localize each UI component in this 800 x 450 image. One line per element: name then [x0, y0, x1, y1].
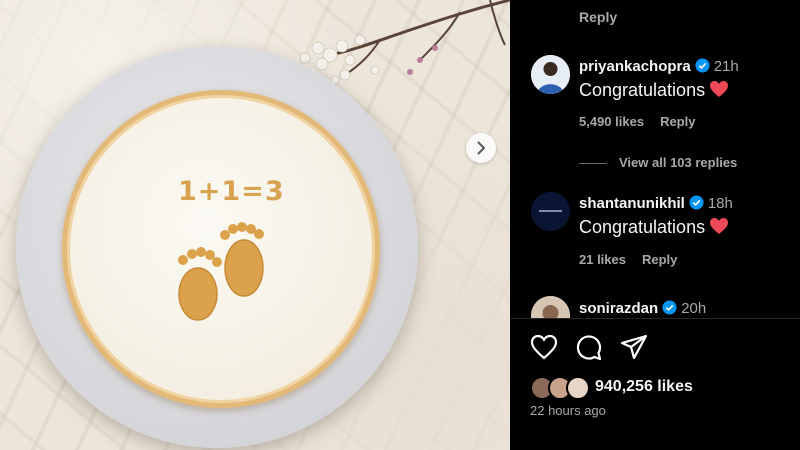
liked-by-row[interactable]: 940,256 likes — [530, 376, 800, 400]
next-image-button[interactable] — [466, 133, 496, 163]
view-replies-button[interactable]: View all 103 replies — [579, 155, 737, 170]
comment-username[interactable]: sonirazdan 20h — [579, 300, 706, 317]
comment-reply-button[interactable]: Reply — [660, 114, 695, 129]
share-button[interactable] — [618, 330, 650, 364]
avatar[interactable] — [531, 296, 570, 318]
username-text[interactable]: shantanunikhil — [579, 195, 685, 212]
red-heart-emoji-icon — [710, 81, 729, 97]
avatar[interactable] — [531, 192, 570, 231]
comment-list: Reply priyankachopra 21h Congratulations … — [510, 0, 800, 318]
replies-divider-line — [579, 163, 607, 165]
user-avatar-icon — [531, 55, 570, 94]
view-replies-label[interactable]: View all 103 replies — [619, 155, 737, 170]
like-button[interactable] — [528, 330, 560, 364]
comment-text: Congratulations — [579, 217, 729, 238]
comment-username[interactable]: shantanunikhil 18h — [579, 195, 733, 212]
cake-inscription: 1+1=3 — [178, 176, 285, 207]
post-image: 1+1=3 — [0, 0, 510, 450]
brand-logo-avatar-icon — [531, 192, 570, 231]
comment-timestamp: 21h — [713, 58, 739, 75]
comment-button[interactable] — [572, 330, 604, 364]
avatar[interactable] — [531, 55, 570, 94]
comment-body: Congratulations — [579, 80, 706, 100]
comment-icon — [576, 335, 602, 361]
comment-reply-button[interactable]: Reply — [642, 252, 677, 267]
username-text[interactable]: sonirazdan — [579, 300, 658, 317]
red-heart-emoji-icon — [710, 218, 729, 234]
post-action-bar — [510, 330, 800, 370]
heart-icon — [530, 334, 558, 360]
verified-badge-icon — [662, 300, 677, 315]
comment-username[interactable]: priyankachopra 21h — [579, 58, 739, 75]
section-divider — [510, 318, 800, 319]
chevron-right-icon — [477, 141, 486, 155]
comment-likes-link[interactable]: 21 likes — [579, 252, 626, 267]
comment-timestamp: 18h — [707, 195, 733, 212]
comments-panel: Reply priyankachopra 21h Congratulations … — [510, 0, 800, 450]
comment-text: Congratulations — [579, 80, 729, 101]
verified-badge-icon — [695, 58, 710, 73]
comment-meta: 5,490 likes Reply — [579, 114, 711, 129]
share-icon — [620, 334, 648, 360]
reply-button[interactable]: Reply — [579, 9, 617, 25]
user-avatar-icon — [531, 296, 570, 318]
liker-avatar — [566, 376, 590, 400]
comment-meta: 21 likes Reply — [579, 252, 693, 267]
comment-body: Congratulations — [579, 217, 706, 237]
comment-likes-link[interactable]: 5,490 likes — [579, 114, 644, 129]
post-timestamp: 22 hours ago — [530, 403, 606, 418]
post-likes-count[interactable]: 940,256 likes — [595, 378, 693, 396]
left-footprint-icon — [178, 247, 222, 321]
comment-timestamp: 20h — [681, 300, 707, 317]
username-text[interactable]: priyankachopra — [579, 58, 691, 75]
right-footprint-icon — [220, 222, 264, 297]
verified-badge-icon — [689, 195, 704, 210]
